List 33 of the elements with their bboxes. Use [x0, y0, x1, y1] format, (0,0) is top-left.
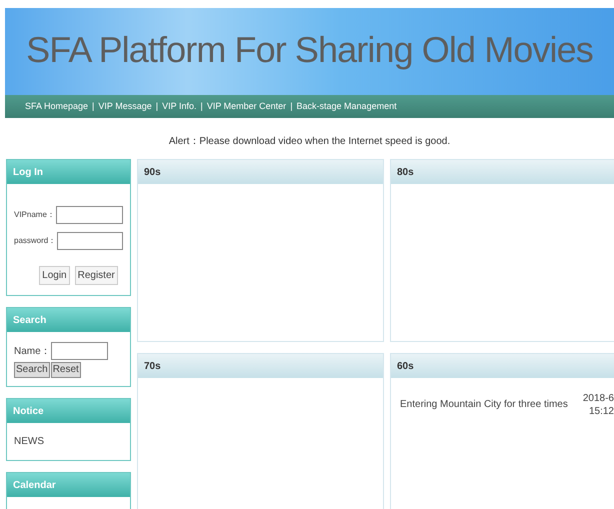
- nav-link[interactable]: Back-stage Management: [296, 100, 397, 114]
- input-field[interactable]: [56, 206, 123, 224]
- nav-separator: |: [156, 100, 158, 113]
- form-button[interactable]: Reset: [50, 362, 81, 378]
- panel-title: Calendar: [7, 473, 130, 497]
- nav-link[interactable]: SFA Homepage: [25, 100, 88, 114]
- panel-title: 80s: [391, 160, 614, 184]
- movie-date: 2018-6: [582, 392, 614, 405]
- nav-link[interactable]: VIP Message: [98, 100, 152, 114]
- field-label: password：: [14, 235, 56, 247]
- notice-link[interactable]: NEWS: [14, 434, 123, 449]
- nav-link[interactable]: VIP Member Center: [206, 100, 286, 114]
- form-button[interactable]: Search: [14, 362, 50, 378]
- nav-separator: |: [92, 100, 94, 113]
- alert-text: Alert：Please download video when the Internet speed is good.: [168, 135, 452, 149]
- panel-title: 60s: [391, 354, 614, 378]
- panel-title: 90s: [138, 160, 383, 184]
- form-button[interactable]: Login: [39, 266, 70, 285]
- field-label: VIPname：: [14, 209, 55, 221]
- panel-title: Notice: [7, 399, 130, 423]
- field-label: Name：: [14, 344, 51, 358]
- input-field[interactable]: [57, 232, 123, 250]
- site-title: SFA Platform For Sharing Old Movies: [26, 28, 593, 72]
- nav-link[interactable]: VIP Info.: [162, 100, 196, 114]
- form-button[interactable]: Register: [74, 266, 118, 285]
- panel-title: Log In: [7, 160, 130, 184]
- panel-title: Search: [7, 308, 130, 332]
- panel-title: 70s: [138, 354, 383, 378]
- input-field[interactable]: [50, 342, 108, 360]
- nav-separator: |: [200, 100, 203, 113]
- movie-time: 15:12: [588, 405, 614, 418]
- movie-link[interactable]: Entering Mountain City for three times: [400, 397, 568, 412]
- nav-separator: |: [290, 100, 293, 113]
